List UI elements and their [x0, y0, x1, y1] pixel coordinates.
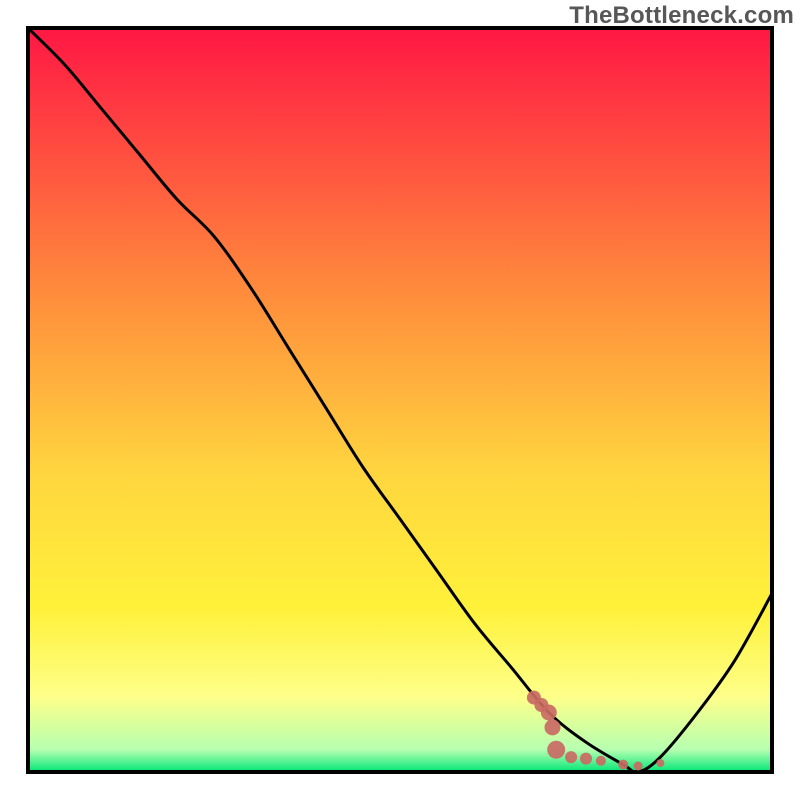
chart-container: TheBottleneck.com — [0, 0, 800, 800]
optimal-marker-dot — [580, 753, 592, 765]
optimal-marker-dot — [541, 705, 557, 721]
gradient-background — [28, 28, 772, 772]
watermark-text: TheBottleneck.com — [569, 2, 794, 30]
optimal-marker-dot — [565, 751, 577, 763]
optimal-marker-dot — [634, 762, 643, 771]
bottleneck-plot — [0, 0, 800, 800]
optimal-marker-dot — [656, 759, 664, 767]
optimal-marker-dot — [545, 719, 561, 735]
optimal-marker-dot — [547, 741, 565, 759]
optimal-marker-dot — [618, 760, 628, 770]
optimal-marker-dot — [596, 756, 606, 766]
